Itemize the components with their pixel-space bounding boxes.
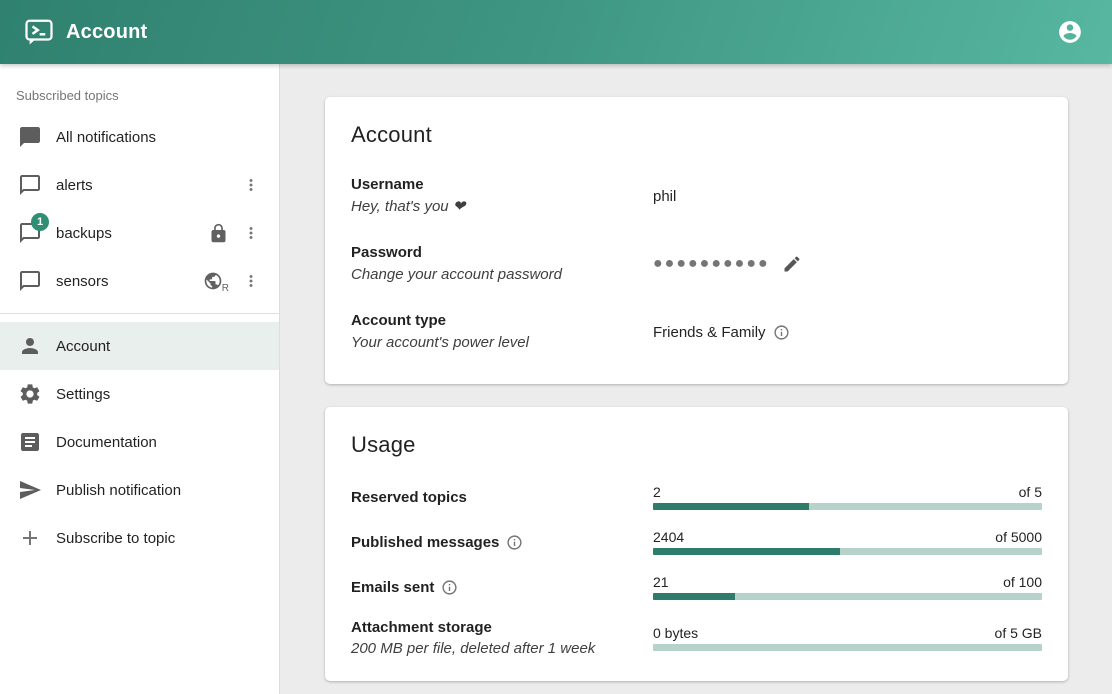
sidebar-item-label: All notifications [56,129,265,146]
reserved-topics-label: Reserved topics [351,489,653,506]
chat-bubble-outline-icon [18,269,42,293]
reserved-topics-progressbar [653,503,1042,510]
topic-menu-icon[interactable] [237,219,265,247]
globe-reservation-icon: R [203,271,229,291]
emails-sent-progressbar [653,593,1042,600]
reserved-topics-limit: of 5 [1019,484,1042,500]
info-icon[interactable] [506,534,523,551]
info-icon[interactable] [441,579,458,596]
username-value: phil [653,188,676,205]
attachment-storage-limit: of 5 GB [995,625,1042,641]
gear-icon [18,382,42,406]
usage-card-title: Usage [351,432,1042,458]
username-subtitle: Hey, that's you ❤ [351,196,653,218]
sidebar-item-topic-backups[interactable]: 1 backups [0,209,279,257]
chat-bubble-filled-icon [18,125,42,149]
attachment-storage-subtitle: 200 MB per file, deleted after 1 week [351,640,653,657]
sidebar-item-account[interactable]: Account [0,322,279,370]
attachment-storage-progressbar [653,644,1042,651]
attachment-storage-current: 0 bytes [653,625,698,641]
chat-bubble-outline-icon: 1 [18,221,42,245]
usage-meter-attachment-storage: Attachment storage 200 MB per file, dele… [351,619,1042,657]
sidebar-item-label: sensors [56,273,203,290]
usage-meter-published-messages: Published messages 2404 of 5000 [351,529,1042,555]
sidebar-item-subscribe-to-topic[interactable]: Subscribe to topic [0,514,279,562]
chat-bubble-outline-icon [18,173,42,197]
emails-sent-current: 21 [653,574,669,590]
published-messages-limit: of 5000 [995,529,1042,545]
topic-menu-icon[interactable] [237,171,265,199]
lock-icon [208,223,229,244]
ntfy-logo-icon [24,17,54,47]
sidebar-item-topic-sensors[interactable]: sensors R [0,257,279,305]
password-row: Password Change your account password ●●… [351,242,1042,286]
plus-icon [18,526,42,550]
usage-meter-reserved-topics: Reserved topics 2 of 5 [351,484,1042,510]
document-icon [18,430,42,454]
sidebar-item-settings[interactable]: Settings [0,370,279,418]
attachment-storage-label: Attachment storage [351,619,653,636]
main-content: Account Username Hey, that's you ❤ phil … [280,64,1112,694]
username-row: Username Hey, that's you ❤ phil [351,174,1042,218]
sidebar-item-label: alerts [56,177,237,194]
sidebar-item-publish-notification[interactable]: Publish notification [0,466,279,514]
account-type-subtitle: Your account's power level [351,332,653,354]
sidebar-item-all-notifications[interactable]: All notifications [0,113,279,161]
password-masked-value: ●●●●●●●●●● [653,256,770,272]
sidebar-item-label: backups [56,225,208,242]
person-icon [18,334,42,358]
sidebar-item-label: Subscribe to topic [56,530,265,547]
sidebar-item-label: Documentation [56,434,265,451]
sidebar-item-documentation[interactable]: Documentation [0,418,279,466]
reserved-topics-current: 2 [653,484,661,500]
send-icon [18,478,42,502]
emails-sent-label: Emails sent [351,579,434,596]
sidebar-item-label: Account [56,338,265,355]
account-circle-icon[interactable] [1050,12,1090,52]
sidebar-item-label: Publish notification [56,482,265,499]
account-type-row: Account type Your account's power level … [351,310,1042,354]
sidebar: Subscribed topics All notifications aler… [0,64,280,694]
usage-meter-emails-sent: Emails sent 21 of 100 [351,574,1042,600]
password-label: Password [351,242,653,264]
published-messages-progressbar [653,548,1042,555]
account-type-label: Account type [351,310,653,332]
published-messages-current: 2404 [653,529,684,545]
account-type-value: Friends & Family [653,324,766,341]
username-label: Username [351,174,653,196]
password-subtitle: Change your account password [351,264,653,286]
unread-count-badge: 1 [31,213,49,231]
app-bar: Account [0,0,1112,64]
edit-password-icon[interactable] [782,254,802,274]
emails-sent-limit: of 100 [1003,574,1042,590]
reserved-marker-label: R [222,283,229,294]
usage-card: Usage Reserved topics 2 of 5 [325,407,1068,681]
subscribed-topics-heading: Subscribed topics [0,74,279,113]
topic-menu-icon[interactable] [237,267,265,295]
info-icon[interactable] [773,324,790,341]
page-title: Account [66,21,147,44]
published-messages-label: Published messages [351,534,499,551]
sidebar-item-topic-alerts[interactable]: alerts [0,161,279,209]
account-card: Account Username Hey, that's you ❤ phil … [325,97,1068,384]
sidebar-item-label: Settings [56,386,265,403]
sidebar-divider [0,313,279,314]
account-card-title: Account [351,122,1042,148]
